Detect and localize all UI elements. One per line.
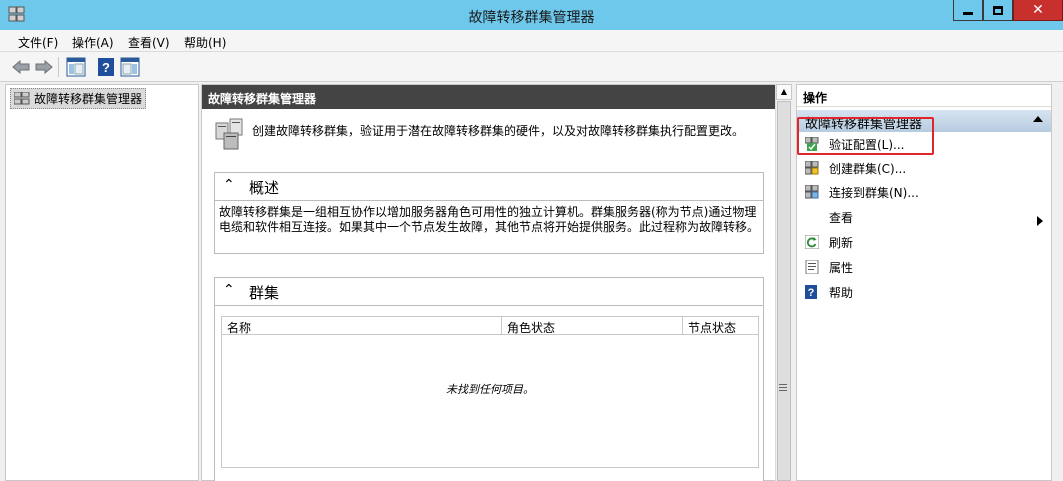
toolbar: ? xyxy=(0,52,1063,82)
results-pane: 故障转移群集管理器 创建故障转移群集，验证用于潜在故障转移群集的硬件，以及对故障… xyxy=(201,84,791,481)
cluster-servers-icon xyxy=(215,118,243,150)
tree-item-label: 故障转移群集管理器 xyxy=(34,92,143,106)
overview-text: 故障转移群集是一组相互协作以增加服务器角色可用性的独立计算机。群集服务器(称为节… xyxy=(219,205,760,234)
menu-bar: 文件(F) 操作(A) 查看(V) 帮助(H) xyxy=(0,30,1063,52)
action-pane-icon xyxy=(120,57,140,77)
console-tree-icon xyxy=(66,57,86,77)
properties-icon xyxy=(805,260,819,274)
close-icon: ✕ xyxy=(1032,2,1044,18)
window-edge xyxy=(1052,84,1063,481)
show-hide-tree-button[interactable] xyxy=(64,56,88,78)
help-icon: ? xyxy=(805,285,817,299)
collapse-arrow-icon xyxy=(1033,116,1043,122)
cluster-manager-icon xyxy=(14,91,30,104)
show-hide-action-pane-button[interactable] xyxy=(118,56,142,78)
action-label: 帮助 xyxy=(829,285,854,300)
action-label: 查看 xyxy=(829,210,854,225)
help-toolbar-button[interactable]: ? xyxy=(95,56,117,78)
column-header-role-status[interactable]: 角色状态 xyxy=(502,317,683,335)
clusters-title: 群集 xyxy=(249,284,280,302)
tree-item-cluster-manager[interactable]: 故障转移群集管理器 xyxy=(10,88,147,109)
chevron-up-icon: ⌃ xyxy=(223,282,235,298)
overview-header[interactable]: ⌃ 概述 xyxy=(215,173,763,201)
back-button[interactable] xyxy=(10,56,32,78)
menu-view[interactable]: 查看(V) xyxy=(128,34,170,51)
scrollbar-thumb[interactable] xyxy=(777,101,791,481)
action-label: 属性 xyxy=(829,260,854,275)
highlight-annotation xyxy=(797,117,934,155)
action-label: 连接到群集(N)... xyxy=(829,185,919,200)
column-header-name[interactable]: 名称 xyxy=(222,317,502,335)
overview-title: 概述 xyxy=(249,179,280,197)
console-tree: 故障转移群集管理器 xyxy=(5,84,199,481)
scroll-up-button[interactable]: ▲ xyxy=(776,84,792,100)
action-label: 创建群集(C)... xyxy=(829,161,907,176)
minimize-icon xyxy=(963,12,973,15)
maximize-button[interactable] xyxy=(983,0,1013,21)
actions-title: 操作 xyxy=(797,85,1051,107)
clusters-section: ⌃ 群集 名称 角色状态 节点状态 未找到任何项目。 xyxy=(214,277,764,481)
menu-action[interactable]: 操作(A) xyxy=(72,34,114,51)
forward-button[interactable] xyxy=(33,56,55,78)
action-view[interactable]: 查看 xyxy=(805,207,853,227)
intro-text: 创建故障转移群集，验证用于潜在故障转移群集的硬件，以及对故障转移群集执行配置更改… xyxy=(252,124,745,138)
column-header-node-status[interactable]: 节点状态 xyxy=(683,317,758,335)
action-label: 刷新 xyxy=(829,235,854,250)
title-bar: 故障转移群集管理器 ✕ xyxy=(0,0,1063,30)
forward-arrow-icon xyxy=(35,60,53,74)
action-refresh[interactable]: 刷新 xyxy=(805,232,853,252)
menu-file[interactable]: 文件(F) xyxy=(18,34,58,51)
scroll-grip-icon xyxy=(779,384,787,393)
toolbar-separator xyxy=(58,57,59,77)
overview-section: ⌃ 概述 故障转移群集是一组相互协作以增加服务器角色可用性的独立计算机。群集服务… xyxy=(214,172,764,254)
results-scrollbar[interactable]: ▲ xyxy=(775,84,792,481)
menu-help[interactable]: 帮助(H) xyxy=(184,34,226,51)
create-cluster-icon xyxy=(805,161,819,175)
submenu-arrow-icon xyxy=(1037,216,1043,226)
blank-icon xyxy=(805,210,819,224)
minimize-button[interactable] xyxy=(953,0,983,21)
clusters-header[interactable]: ⌃ 群集 xyxy=(215,278,763,306)
clusters-table: 名称 角色状态 节点状态 未找到任何项目。 xyxy=(221,316,759,468)
empty-message: 未找到任何项目。 xyxy=(446,383,534,396)
back-arrow-icon xyxy=(12,60,30,74)
action-connect-cluster[interactable]: 连接到群集(N)... xyxy=(805,182,919,202)
action-properties[interactable]: 属性 xyxy=(805,257,853,277)
maximize-icon xyxy=(993,5,1003,15)
chevron-up-icon: ⌃ xyxy=(223,177,235,193)
refresh-icon xyxy=(805,235,819,249)
window-title: 故障转移群集管理器 xyxy=(468,10,595,26)
action-create-cluster[interactable]: 创建群集(C)... xyxy=(805,158,906,178)
action-help[interactable]: ? 帮助 xyxy=(805,282,853,302)
svg-text:?: ? xyxy=(808,287,815,299)
connect-cluster-icon xyxy=(805,185,819,199)
help-icon: ? xyxy=(98,58,114,76)
results-header: 故障转移群集管理器 xyxy=(202,85,776,109)
close-button[interactable]: ✕ xyxy=(1013,0,1063,21)
svg-text:?: ? xyxy=(102,60,110,75)
